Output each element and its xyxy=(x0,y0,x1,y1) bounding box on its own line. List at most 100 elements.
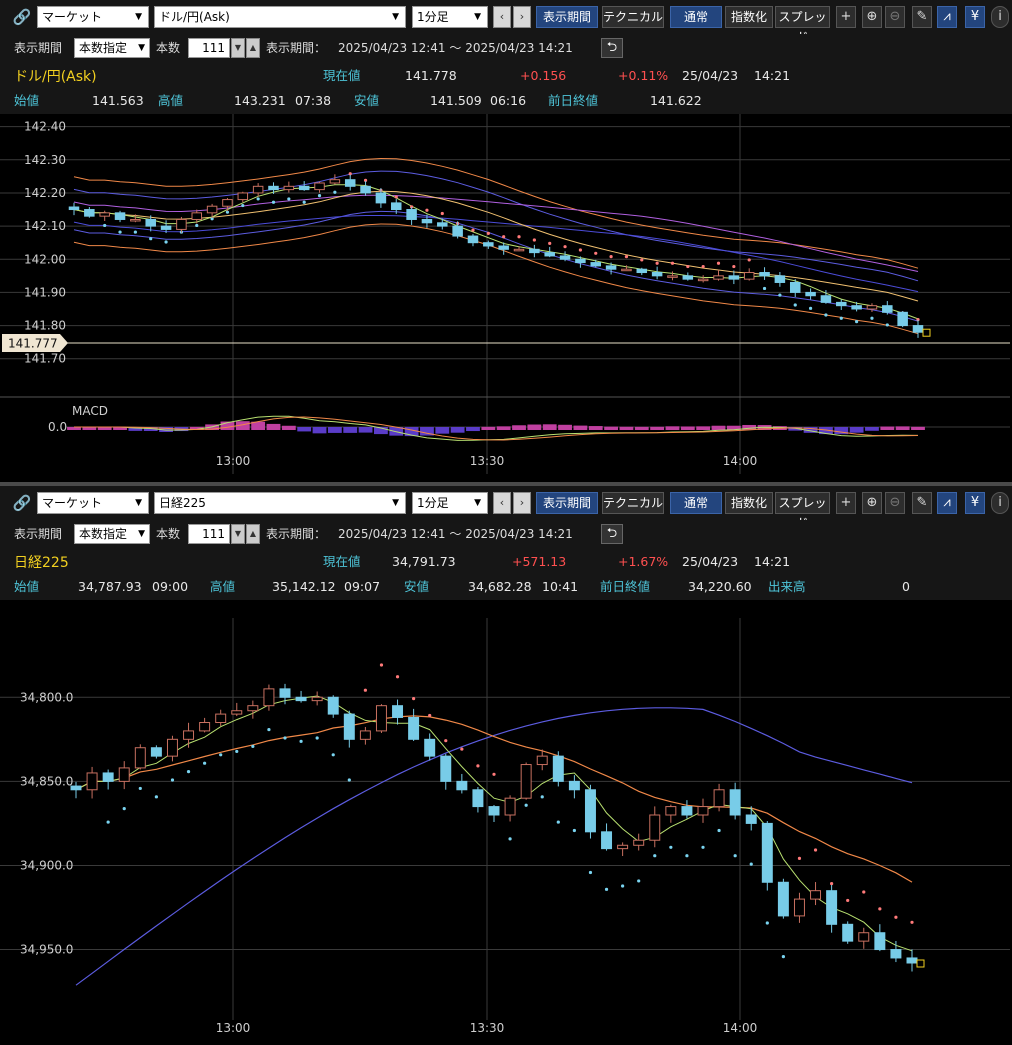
usdjpy-panel: 🔗 マーケット ▼ ドル/円(Ask) ▼ 1分足 ▼ ‹ › 表示期間 テクニカル … xyxy=(0,0,1012,482)
sar-dot xyxy=(885,323,889,327)
info-icon[interactable]: i xyxy=(991,6,1009,28)
chevron-down-icon: ▼ xyxy=(138,529,145,539)
sar-dot xyxy=(460,747,464,751)
next-button[interactable]: › xyxy=(513,492,531,514)
zoom-out-icon[interactable]: ⊖ xyxy=(885,492,905,514)
y-tick-label: 142.10 xyxy=(24,219,66,233)
sar-dot xyxy=(106,820,110,824)
candle-body xyxy=(84,209,95,217)
period-label: 表示期間 xyxy=(14,527,63,541)
period-mode-select[interactable]: 本数指定 ▼ xyxy=(74,524,150,544)
display-period-button[interactable]: 表示期間 xyxy=(536,492,598,514)
zoom-in-icon[interactable]: ⊕ xyxy=(862,6,882,28)
sar-dot xyxy=(563,245,567,249)
link-icon[interactable]: 🔗 xyxy=(12,492,32,514)
price-tag: 141.777 xyxy=(2,334,1010,352)
symbol-select[interactable]: ドル/円(Ask) ▼ xyxy=(154,6,406,28)
chevron-down-icon: ▼ xyxy=(138,43,145,53)
next-button[interactable]: › xyxy=(513,6,531,28)
sar-dot xyxy=(701,264,705,269)
technical-button[interactable]: テクニカル xyxy=(602,6,664,28)
x-tick-label: 13:30 xyxy=(470,1021,505,1035)
candle-body xyxy=(636,268,648,274)
macd-histogram-bar xyxy=(588,426,603,430)
nikkei-chart[interactable]: 34,950.034,900.034,850.034,800.0 13:00 13… xyxy=(0,600,1012,1045)
count-input[interactable]: 111 xyxy=(188,524,230,544)
yen-icon[interactable]: ¥ xyxy=(965,6,985,28)
trend-icon[interactable]: ⩘ xyxy=(937,6,957,28)
current-marker xyxy=(922,328,931,337)
sar-dot xyxy=(219,753,223,757)
macd-histogram-bar xyxy=(450,427,465,433)
sar-dot xyxy=(363,688,367,692)
index-button[interactable]: 指数化 xyxy=(725,492,773,514)
count-up-button[interactable]: ▲ xyxy=(246,524,260,544)
sar-dot xyxy=(870,316,874,320)
info-icon[interactable]: i xyxy=(991,492,1009,514)
market-select[interactable]: マーケット ▼ xyxy=(37,492,149,514)
symbol-select[interactable]: 日経225 ▼ xyxy=(154,492,406,514)
sar-dot xyxy=(502,235,506,239)
sar-dot xyxy=(440,211,444,216)
candle-body xyxy=(866,305,878,310)
candle-body xyxy=(713,789,725,808)
technical-button[interactable]: テクニカル xyxy=(602,492,664,514)
x-tick-label: 13:00 xyxy=(216,1021,251,1035)
y-tick-label: 142.20 xyxy=(24,186,66,200)
change-percent: +0.11% xyxy=(618,68,669,83)
zoom-in-icon[interactable]: ⊕ xyxy=(862,492,882,514)
candle-body xyxy=(99,212,110,217)
macd-label: MACD xyxy=(72,404,108,418)
count-input[interactable]: 111 xyxy=(188,38,230,58)
count-down-button[interactable]: ▼ xyxy=(231,524,245,544)
usdjpy-chart[interactable]: 141.70 141.80 141.90 142.00 142.10 142.20 142.… xyxy=(0,114,1012,482)
prev-button[interactable]: ‹ xyxy=(493,492,511,514)
sar-dot xyxy=(894,915,898,919)
candle-body xyxy=(820,295,832,303)
pencil-icon[interactable]: ✎ xyxy=(912,492,932,514)
high-time: 07:38 xyxy=(295,93,332,108)
interval-select[interactable]: 1分足 ▼ xyxy=(412,6,488,28)
candle-body xyxy=(633,839,645,846)
spread-button[interactable]: スプレッド xyxy=(775,492,830,530)
yen-icon[interactable]: ¥ xyxy=(965,492,985,514)
candle-body xyxy=(279,688,291,698)
candle-body xyxy=(263,688,275,707)
macd-histogram-bar xyxy=(496,426,511,430)
return-icon[interactable]: ⮌ xyxy=(601,524,623,544)
return-icon[interactable]: ⮌ xyxy=(601,38,623,58)
normal-button[interactable]: 通常 xyxy=(670,6,722,28)
period-mode-select[interactable]: 本数指定 ▼ xyxy=(74,38,150,58)
crosshair-icon[interactable]: + xyxy=(836,6,856,28)
candle-body xyxy=(390,202,402,211)
sar-dot xyxy=(271,200,276,204)
market-select[interactable]: マーケット ▼ xyxy=(37,6,149,28)
trend-icon[interactable]: ⩘ xyxy=(937,492,957,514)
sar-dot xyxy=(701,845,705,849)
sar-dot xyxy=(333,190,337,194)
candle-body xyxy=(890,949,902,959)
open-time: 09:00 xyxy=(152,579,189,594)
count-down-button[interactable]: ▼ xyxy=(231,38,245,58)
crosshair-icon[interactable]: + xyxy=(836,492,856,514)
prev-button[interactable]: ‹ xyxy=(493,6,511,28)
link-icon[interactable]: 🔗 xyxy=(12,6,32,28)
sar-dot xyxy=(686,264,690,269)
pencil-icon[interactable]: ✎ xyxy=(912,6,932,28)
normal-button[interactable]: 通常 xyxy=(670,492,722,514)
display-period-button[interactable]: 表示期間 xyxy=(536,6,598,28)
candle-body xyxy=(231,710,243,715)
macd-histogram-bar xyxy=(650,426,665,430)
candle-body xyxy=(488,806,500,816)
low-value: 141.509 xyxy=(430,93,482,108)
macd-histogram-bar xyxy=(281,425,296,430)
zoom-out-icon[interactable]: ⊖ xyxy=(885,6,905,28)
spread-button[interactable]: スプレッド xyxy=(775,6,830,44)
count-up-button[interactable]: ▲ xyxy=(246,38,260,58)
index-button[interactable]: 指数化 xyxy=(725,6,773,28)
macd-histogram-bar xyxy=(542,424,557,430)
sar-dot xyxy=(793,303,797,307)
x-tick-label: 14:00 xyxy=(723,454,758,468)
sar-dot xyxy=(813,848,818,852)
interval-select[interactable]: 1分足 ▼ xyxy=(412,492,488,514)
